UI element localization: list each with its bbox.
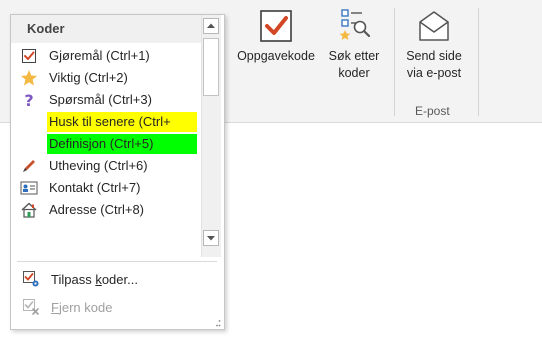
email-page-button[interactable]: Send side via e-post	[398, 8, 470, 82]
find-tags-button[interactable]: Søk etter koder	[322, 8, 386, 82]
scroll-down-button[interactable]	[203, 230, 219, 246]
remove-tag-label-post: jern kode	[58, 299, 113, 315]
tag-item-label: Kontakt (Ctrl+7)	[49, 180, 141, 195]
resize-grip-icon[interactable]	[213, 319, 221, 327]
tag-item-label: Spørsmål (Ctrl+3)	[49, 92, 152, 107]
tag-item-contact[interactable]: Kontakt (Ctrl+7)	[11, 177, 206, 199]
tags-list-header: Koder	[11, 15, 206, 43]
envelope-icon	[419, 11, 449, 41]
tag-item-label: Viktig (Ctrl+2)	[49, 70, 128, 85]
tag-item-important[interactable]: Viktig (Ctrl+2)	[11, 67, 206, 89]
star-icon	[21, 70, 37, 86]
menu-divider	[17, 261, 217, 262]
task-tag-button[interactable]: Oppgavekode	[226, 8, 326, 65]
customize-tags-icon	[23, 271, 39, 287]
customize-tags-label: Tilpass koder...	[51, 272, 138, 287]
tag-item-todo[interactable]: Gjøremål (Ctrl+1)	[11, 45, 206, 67]
tag-item-highlight[interactable]: Utheving (Ctrl+6)	[11, 155, 206, 177]
tags-dropdown: Koder Gjøremål (Ctrl+1) Viktig (Ctrl+2)	[10, 14, 225, 330]
remove-tag-label-underlined: F	[51, 299, 59, 315]
checkbox-check-icon	[260, 10, 292, 42]
customize-tags-label-post: oder...	[101, 271, 138, 287]
question-icon: ?	[24, 90, 34, 110]
tag-item-label: Utheving (Ctrl+6)	[49, 158, 148, 173]
find-tags-label-1: Søk etter	[328, 49, 380, 63]
remove-tag-label: Fjern kode	[51, 300, 112, 315]
triangle-up-icon	[207, 23, 215, 28]
tag-item-question[interactable]: ? Spørsmål (Ctrl+3)	[11, 89, 206, 111]
contact-card-icon	[20, 181, 38, 195]
pen-icon	[23, 160, 35, 172]
house-icon	[21, 202, 37, 218]
email-label-1: Send side	[406, 49, 462, 63]
task-tag-label: Oppgavekode	[237, 49, 315, 63]
find-tags-label-2: koder	[338, 66, 370, 80]
tag-item-label: Gjøremål (Ctrl+1)	[49, 48, 150, 63]
triangle-down-icon	[207, 236, 215, 241]
tag-item-label: Husk til senere (Ctrl+	[47, 112, 197, 132]
customize-tags-label-pre: Tilpass	[51, 271, 96, 287]
tag-item-label: Definisjon (Ctrl+5)	[47, 134, 197, 154]
tag-item-address[interactable]: Adresse (Ctrl+8)	[11, 199, 206, 221]
find-tags-icon	[339, 9, 371, 40]
remove-tag-icon	[23, 299, 39, 315]
email-group-label: E-post	[415, 104, 450, 118]
scroll-up-button[interactable]	[203, 18, 219, 34]
scroll-thumb[interactable]	[203, 38, 219, 96]
email-label-2: via e-post	[406, 66, 462, 80]
ribbon-separator	[478, 8, 479, 116]
tag-item-remember-later[interactable]: Husk til senere (Ctrl+	[11, 111, 206, 133]
tag-item-label: Adresse (Ctrl+8)	[49, 202, 144, 217]
remove-tag-item[interactable]: Fjern kode	[11, 295, 221, 319]
tags-list: Koder Gjøremål (Ctrl+1) Viktig (Ctrl+2)	[11, 15, 206, 257]
customize-tags-item[interactable]: Tilpass koder...	[11, 267, 221, 291]
checkbox-check-icon	[22, 49, 36, 63]
tags-list-scrollbar[interactable]	[201, 15, 221, 257]
ribbon-separator	[394, 8, 395, 116]
tag-item-definition[interactable]: Definisjon (Ctrl+5)	[11, 133, 206, 155]
